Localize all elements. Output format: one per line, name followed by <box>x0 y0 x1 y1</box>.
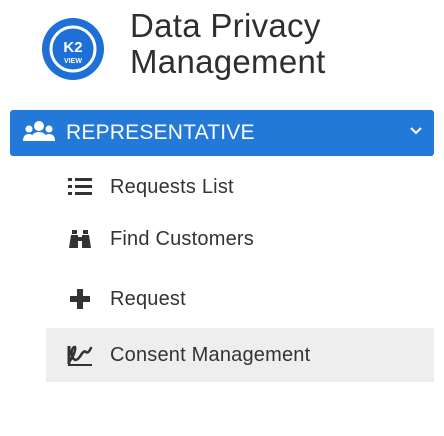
signature-icon <box>67 345 93 366</box>
menu-item-label: Request <box>110 288 186 310</box>
plus-icon <box>70 289 90 309</box>
menu-item-label: Consent Management <box>110 344 311 366</box>
app-title-line2: Management <box>130 43 326 80</box>
menu-item-label: Requests List <box>110 176 234 198</box>
list-icon <box>68 178 92 195</box>
menu-item-consent-management[interactable]: Consent Management <box>46 328 434 382</box>
logo-text-bottom: VIEW <box>64 58 82 65</box>
page: K2 VIEW Data Privacy Management REPRESEN… <box>0 0 444 436</box>
app-title: Data Privacy Management <box>130 8 326 80</box>
logo-text-top: K2 <box>63 39 82 56</box>
menu-item-label: Find Customers <box>110 228 254 250</box>
role-selector-label: REPRESENTATIVE <box>66 121 255 144</box>
role-selector-dropdown[interactable]: REPRESENTATIVE <box>10 110 434 156</box>
app-header: K2 VIEW Data Privacy Management <box>0 0 444 100</box>
menu-item-find-customers[interactable]: Find Customers <box>46 212 434 266</box>
app-logo-icon: K2 VIEW <box>42 18 104 80</box>
menu-item-request[interactable]: Request <box>46 272 434 326</box>
chevron-down-icon[interactable] <box>410 127 422 135</box>
app-title-line1: Data Privacy <box>130 7 321 44</box>
users-group-icon <box>23 121 55 141</box>
menu-item-requests-list[interactable]: Requests List <box>46 160 434 214</box>
binoculars-icon <box>69 230 91 248</box>
